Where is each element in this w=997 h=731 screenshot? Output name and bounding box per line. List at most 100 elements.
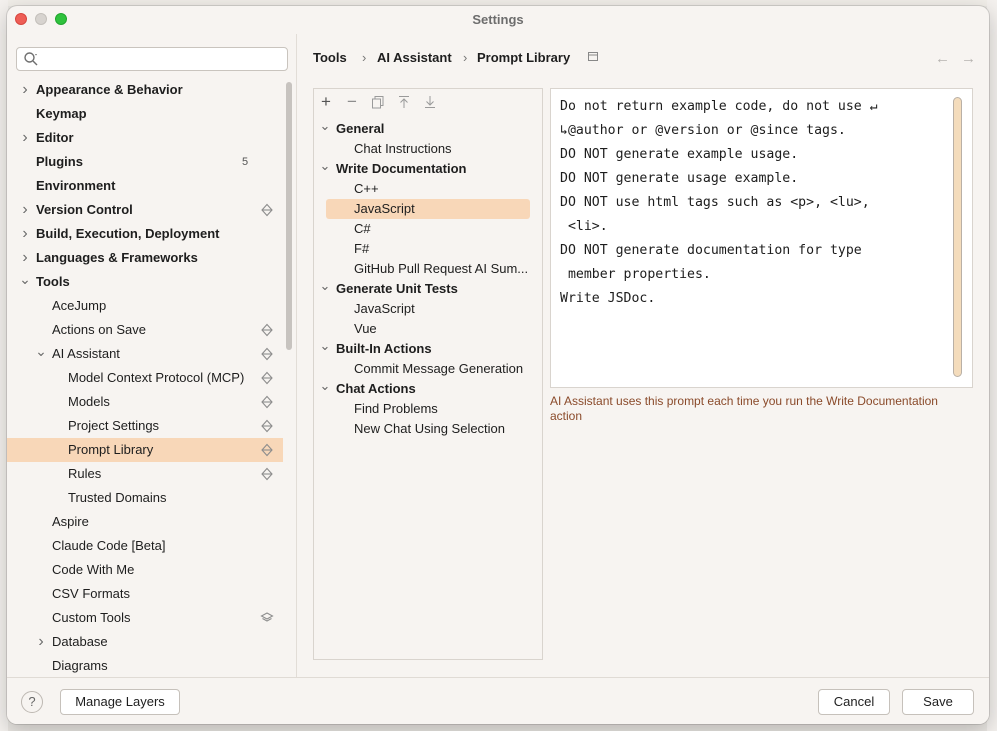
chevron-down-icon[interactable]: ⌄ [319, 379, 331, 393]
sidebar-item[interactable]: Environment [7, 174, 283, 198]
add-icon[interactable]: + [317, 93, 335, 111]
prompt-item[interactable]: Chat Instructions [314, 139, 542, 159]
sidebar-scrollbar[interactable] [286, 82, 292, 350]
editor-line[interactable]: <li>. [560, 215, 878, 239]
chevron-down-icon[interactable]: ⌄ [319, 339, 331, 353]
sidebar-item-label: Tools [36, 274, 70, 289]
sidebar-item-label: Version Control [36, 202, 133, 217]
chevron-right-icon[interactable]: › [19, 126, 31, 150]
prompt-item[interactable]: New Chat Using Selection [314, 419, 542, 439]
prompt-hint-text: AI Assistant uses this prompt each time … [550, 394, 938, 423]
sidebar-item-label: Actions on Save [52, 322, 146, 337]
sidebar-item[interactable]: Project Settings [7, 414, 283, 438]
remove-icon[interactable]: − [343, 93, 361, 111]
move-down-icon[interactable] [421, 93, 439, 111]
sidebar-item[interactable]: Actions on Save [7, 318, 283, 342]
editor-line[interactable]: DO NOT generate documentation for type [560, 239, 878, 263]
editor-line[interactable]: member properties. [560, 263, 878, 287]
chevron-down-icon[interactable]: ⌄ [319, 279, 331, 293]
chevron-right-icon[interactable]: › [19, 198, 31, 222]
prompt-item-label: Built-In Actions [336, 341, 432, 356]
editor-scrollbar[interactable] [953, 97, 962, 377]
layers-icon [261, 371, 273, 385]
sidebar-item[interactable]: Plugins 5 [7, 150, 283, 174]
sidebar-item-label: Languages & Frameworks [36, 250, 198, 265]
sidebar-item[interactable]: › Database [7, 630, 283, 654]
prompt-item[interactable]: JavaScript [326, 199, 530, 219]
chevron-right-icon[interactable]: › [35, 630, 47, 654]
move-up-icon[interactable] [395, 93, 413, 111]
sidebar-item[interactable]: › Build, Execution, Deployment [7, 222, 283, 246]
editor-line[interactable]: ↳@author or @version or @since tags. [560, 119, 878, 143]
sidebar-item[interactable]: CSV Formats [7, 582, 283, 606]
sidebar-item-label: Rules [68, 466, 102, 481]
sidebar-item[interactable]: Diagrams [7, 654, 283, 678]
back-arrow-icon[interactable]: ← [935, 50, 950, 68]
editor-line[interactable]: Write JSDoc. [560, 287, 878, 311]
prompt-item-label: Generate Unit Tests [336, 281, 458, 296]
editor-line[interactable]: DO NOT use html tags such as <p>, <lu>, [560, 191, 878, 215]
sidebar-item[interactable]: Models [7, 390, 283, 414]
dialog-footer: ? Manage Layers Cancel Save [7, 677, 989, 724]
prompt-item[interactable]: Vue [314, 319, 542, 339]
save-button[interactable]: Save [902, 689, 974, 715]
breadcrumb-separator: › [463, 50, 468, 65]
sidebar-item-label: Custom Tools [52, 610, 131, 625]
sidebar-item[interactable]: › Version Control [7, 198, 283, 222]
prompt-group[interactable]: ⌄ Built-In Actions [314, 339, 542, 359]
editor-line[interactable]: Do not return example code, do not use ↵ [560, 95, 878, 119]
forward-arrow-icon[interactable]: → [961, 50, 976, 68]
sidebar-item[interactable]: Custom Tools [7, 606, 283, 630]
sidebar-item[interactable]: ⌄ Tools [7, 270, 283, 294]
search-input[interactable] [16, 47, 288, 71]
chevron-down-icon[interactable]: ⌄ [35, 342, 47, 366]
chevron-down-icon[interactable]: ⌄ [319, 119, 331, 133]
sidebar-item[interactable]: ⌄ AI Assistant [7, 342, 283, 366]
prompt-item[interactable]: F# [314, 239, 542, 259]
chevron-right-icon[interactable]: › [19, 78, 31, 102]
layers-icon [261, 323, 273, 337]
layers-icon [261, 347, 273, 361]
sidebar-item[interactable]: › Editor [7, 126, 283, 150]
sidebar-item-label: CSV Formats [52, 586, 131, 601]
editor-line[interactable]: DO NOT generate example usage. [560, 143, 878, 167]
manage-layers-button[interactable]: Manage Layers [60, 689, 180, 715]
breadcrumb-tools[interactable]: Tools [313, 50, 347, 65]
editor-line[interactable]: DO NOT generate usage example. [560, 167, 878, 191]
sidebar-item[interactable]: Prompt Library [7, 438, 283, 462]
breadcrumb-separator: › [362, 50, 367, 65]
prompt-item[interactable]: C# [314, 219, 542, 239]
window-icon[interactable] [588, 52, 598, 62]
chevron-down-icon[interactable]: ⌄ [319, 159, 331, 173]
breadcrumb-ai-assistant[interactable]: AI Assistant [377, 50, 452, 65]
prompt-group[interactable]: ⌄ General [314, 119, 542, 139]
settings-dialog: Settings › Appearance & Behavior Keymap › Ed… [7, 6, 989, 724]
cancel-button[interactable]: Cancel [818, 689, 890, 715]
prompt-item[interactable]: Find Problems [314, 399, 542, 419]
prompt-item[interactable]: Commit Message Generation [314, 359, 542, 379]
chevron-right-icon[interactable]: › [19, 246, 31, 270]
prompt-group[interactable]: ⌄ Generate Unit Tests [314, 279, 542, 299]
prompt-editor[interactable]: Do not return example code, do not use ↵… [550, 88, 973, 388]
help-button[interactable]: ? [21, 691, 43, 713]
sidebar-item[interactable]: AceJump [7, 294, 283, 318]
layers-icon [261, 419, 273, 433]
sidebar-item[interactable]: Trusted Domains [7, 486, 283, 510]
sidebar-item[interactable]: Model Context Protocol (MCP) [7, 366, 283, 390]
sidebar-item[interactable]: Code With Me [7, 558, 283, 582]
prompt-item[interactable]: C++ [314, 179, 542, 199]
prompt-text[interactable]: Do not return example code, do not use ↵… [560, 95, 878, 311]
sidebar-item[interactable]: Claude Code [Beta] [7, 534, 283, 558]
sidebar-item[interactable]: › Appearance & Behavior [7, 78, 283, 102]
sidebar-item[interactable]: Keymap [7, 102, 283, 126]
prompt-item[interactable]: GitHub Pull Request AI Sum... [314, 259, 542, 279]
sidebar-item[interactable]: › Languages & Frameworks [7, 246, 283, 270]
sidebar-item[interactable]: Aspire [7, 510, 283, 534]
prompt-item[interactable]: JavaScript [314, 299, 542, 319]
prompt-group[interactable]: ⌄ Write Documentation [314, 159, 542, 179]
prompt-group[interactable]: ⌄ Chat Actions [314, 379, 542, 399]
copy-icon[interactable] [369, 93, 387, 111]
chevron-right-icon[interactable]: › [19, 222, 31, 246]
sidebar-item[interactable]: Rules [7, 462, 283, 486]
chevron-down-icon[interactable]: ⌄ [19, 270, 31, 294]
